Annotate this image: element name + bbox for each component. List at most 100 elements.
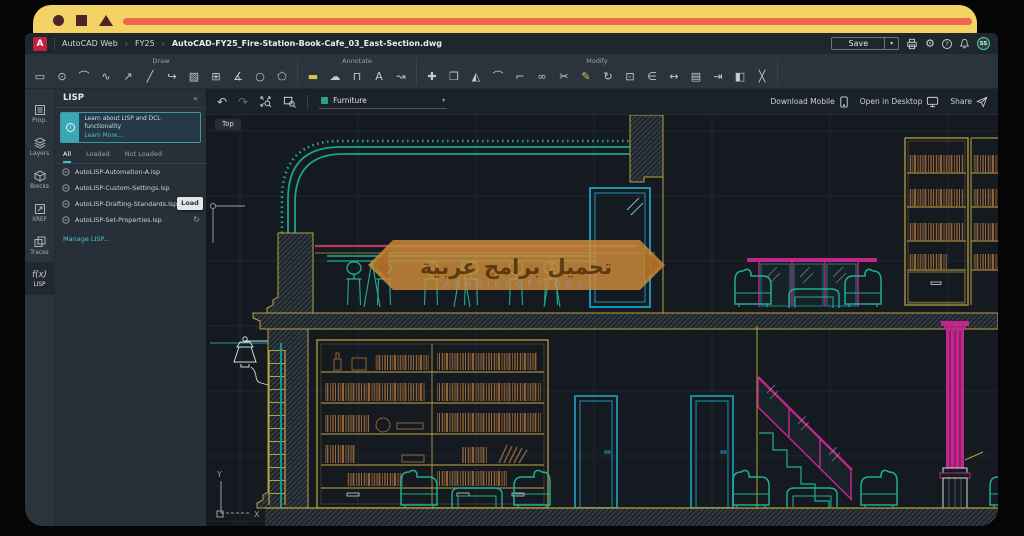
view-tab-top[interactable]: Top [215, 119, 241, 130]
sidebar-item-label: Layers [29, 150, 50, 157]
download-mobile-label: Download Mobile [770, 97, 835, 106]
open-in-desktop-button[interactable]: Open in Desktop [860, 96, 940, 108]
spline-icon[interactable]: ∿ [97, 68, 115, 85]
collapse-panel-icon[interactable]: « [193, 94, 198, 103]
fillet-icon[interactable]: ⌒ [489, 68, 507, 85]
text-icon[interactable]: A [370, 68, 388, 85]
arc-icon[interactable]: ⌒ [75, 68, 93, 85]
ray-icon[interactable]: ↗ [119, 68, 137, 85]
polygon-icon[interactable]: ⬠ [273, 68, 291, 85]
trim-icon[interactable]: ✂ [555, 68, 573, 85]
ceiling-duct [280, 139, 630, 233]
titlebar: A AutoCAD Web › FY25 › AutoCAD-FY25_Fire… [25, 33, 998, 55]
ribbon-group-label: Modify [586, 57, 608, 65]
help-icon[interactable]: ? [942, 38, 952, 49]
hatch-icon[interactable]: ▨ [185, 68, 203, 85]
blocks-icon [34, 169, 45, 182]
chamfer-icon[interactable]: ⌐ [511, 68, 529, 85]
leader-icon[interactable]: ↝ [392, 68, 410, 85]
window-control-triangle[interactable] [99, 15, 113, 26]
mobile-phone-icon [840, 95, 848, 108]
tab-loaded[interactable]: Loaded [86, 148, 110, 163]
window-control-circle[interactable] [53, 15, 64, 26]
rectangle-icon[interactable]: ▭ [31, 68, 49, 85]
array-icon[interactable]: ⊞ [207, 68, 225, 85]
watermark: تحميل برامج عربية ARABICSOFT.ORG [368, 240, 665, 290]
classical-column [939, 321, 984, 509]
breadcrumb-folder[interactable]: FY25 [135, 39, 155, 48]
ribbon-group-label: Draw [152, 57, 170, 65]
scale-icon[interactable]: ⊡ [621, 68, 639, 85]
manage-lisp-link[interactable]: Manage LISP... [55, 228, 206, 250]
multiline-icon[interactable]: ▬ [304, 68, 322, 85]
window-control-square[interactable] [76, 15, 87, 26]
move-icon[interactable]: ✚ [423, 68, 441, 85]
circle-minus-icon [62, 216, 70, 224]
ribbon-group-label: Annotate [342, 57, 372, 65]
user-avatar[interactable]: SS [977, 37, 990, 50]
print-icon[interactable] [906, 38, 918, 50]
lisp-file-name: AutoLISP-Set-Properties.lsp [75, 215, 162, 224]
export-icon[interactable]: ⇥ [709, 68, 727, 85]
tab-all[interactable]: All [63, 148, 72, 163]
ribbon-group-modify: Modify ✚ ❐ ◭ ⌒ ⌐ ∞ ✂ ✎ ↻ ⊡ ∈ ↔ ▤ ⇥ ◧ ╳ [417, 55, 777, 88]
revision-cloud-icon[interactable]: ☁ [326, 68, 344, 85]
zoom-extents-icon[interactable] [259, 95, 272, 108]
match-properties-icon[interactable]: ∞ [533, 68, 551, 85]
offset-icon[interactable]: ∈ [643, 68, 661, 85]
sidebar-item-properties[interactable]: Prop. [25, 97, 55, 130]
sidebar-item-layers[interactable]: Layers [25, 130, 55, 163]
autocad-logo: A [33, 36, 47, 51]
ellipse-icon[interactable]: ○ [251, 68, 269, 85]
save-block-icon[interactable]: ▤ [687, 68, 705, 85]
xref-icon [34, 203, 45, 214]
breadcrumb-app[interactable]: AutoCAD Web [62, 39, 118, 48]
angle-icon[interactable]: ∡ [229, 68, 247, 85]
mirror-icon[interactable]: ◭ [467, 68, 485, 85]
load-button[interactable]: Load [177, 196, 203, 210]
sidebar-item-lisp[interactable]: f(x) LISP [25, 262, 55, 295]
layer-selector-dropdown[interactable]: Furniture ▾ [319, 94, 448, 109]
notifications-bell-icon[interactable] [959, 38, 970, 49]
traces-icon [34, 236, 45, 247]
break-icon[interactable]: ╳ [753, 68, 771, 85]
extrude-icon[interactable]: ◧ [731, 68, 749, 85]
tab-not-loaded[interactable]: Not Loaded [125, 148, 162, 163]
lisp-file-row[interactable]: AutoLISP-Automation-A.lsp [55, 164, 206, 180]
revision-arc-icon[interactable]: ↪ [163, 68, 181, 85]
sidebar-item-traces[interactable]: Traces [25, 229, 55, 262]
lisp-file-row[interactable]: AutoLISP-Custom-Settings.lsp [55, 180, 206, 196]
save-button[interactable]: Save [831, 37, 886, 50]
rotate-icon[interactable]: ↻ [599, 68, 617, 85]
lisp-file-name: AutoLISP-Custom-Settings.lsp [75, 183, 170, 192]
lisp-fx-icon: f(x) [32, 269, 47, 280]
ground [265, 507, 998, 526]
refresh-icon[interactable]: ↻ [193, 215, 200, 224]
cad-drawing[interactable]: Y X تحميل برامج عربية ARABICSOFT.ORG [207, 115, 998, 526]
download-mobile-button[interactable]: Download Mobile [770, 95, 848, 108]
staircase [756, 326, 853, 508]
layer-color-swatch [321, 97, 329, 104]
dimension-icon[interactable]: ⊓ [348, 68, 366, 85]
lisp-file-row[interactable]: AutoLISP-Set-Properties.lsp ↻ [55, 212, 206, 228]
layer-selector-value: Furniture [333, 96, 367, 105]
save-dropdown-caret[interactable]: ▾ [885, 37, 900, 50]
armchair [513, 469, 551, 509]
lisp-file-row[interactable]: AutoLISP-Drafting-Standards.lsp Load [55, 196, 206, 212]
edit-pencil-icon[interactable]: ✎ [577, 68, 595, 85]
sidebar-item-blocks[interactable]: Blocks [25, 163, 55, 196]
sidebar-item-label: Prop. [32, 117, 47, 124]
share-button[interactable]: Share [950, 95, 988, 108]
line-icon[interactable]: ╱ [141, 68, 159, 85]
watermark-latin-text: ARABICSOFT.ORG [444, 280, 588, 290]
stage: A AutoCAD Web › FY25 › AutoCAD-FY25_Fire… [0, 0, 1024, 536]
zoom-window-icon[interactable] [283, 95, 297, 108]
settings-gear-icon[interactable]: ⚙ [925, 38, 935, 49]
circle-icon[interactable]: ⊙ [53, 68, 71, 85]
undo-icon[interactable]: ↶ [217, 96, 227, 108]
redo-icon[interactable]: ↷ [238, 96, 248, 108]
copy-icon[interactable]: ❐ [445, 68, 463, 85]
stretch-icon[interactable]: ↔ [665, 68, 683, 85]
learn-more-link[interactable]: Learn More... [84, 133, 195, 139]
sidebar-item-xref[interactable]: XREF [25, 196, 55, 229]
